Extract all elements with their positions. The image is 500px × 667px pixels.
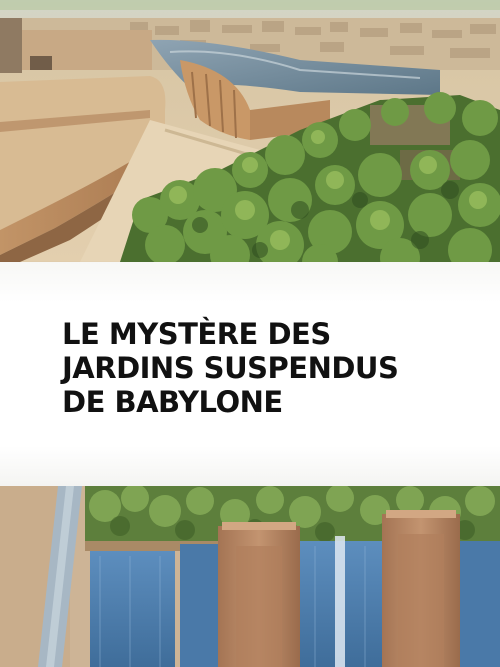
- title-line-1: LE MYSTÈRE DES: [62, 317, 331, 351]
- water-wall-middle: [180, 544, 220, 667]
- corner-tower: [0, 18, 22, 73]
- top-illustration: [0, 0, 500, 262]
- bottom-illustration: [0, 486, 500, 667]
- documentary-title: LE MYSTÈRE DES JARDINS SUSPENDUS DE BABY…: [62, 317, 399, 419]
- title-line-3: DE BABYLONE: [62, 385, 283, 419]
- babylon-aerial-scene: [0, 0, 500, 262]
- water-wall-left: [90, 551, 175, 667]
- waterfall: [335, 536, 345, 667]
- title-line-2: JARDINS SUSPENDUS: [62, 351, 399, 385]
- documentary-poster: LE MYSTÈRE DES JARDINS SUSPENDUS DE BABY…: [0, 0, 500, 667]
- title-band: LE MYSTÈRE DES JARDINS SUSPENDUS DE BABY…: [0, 262, 500, 486]
- water-wall-right: [460, 541, 500, 667]
- terraced-gardens-scene: [0, 486, 500, 667]
